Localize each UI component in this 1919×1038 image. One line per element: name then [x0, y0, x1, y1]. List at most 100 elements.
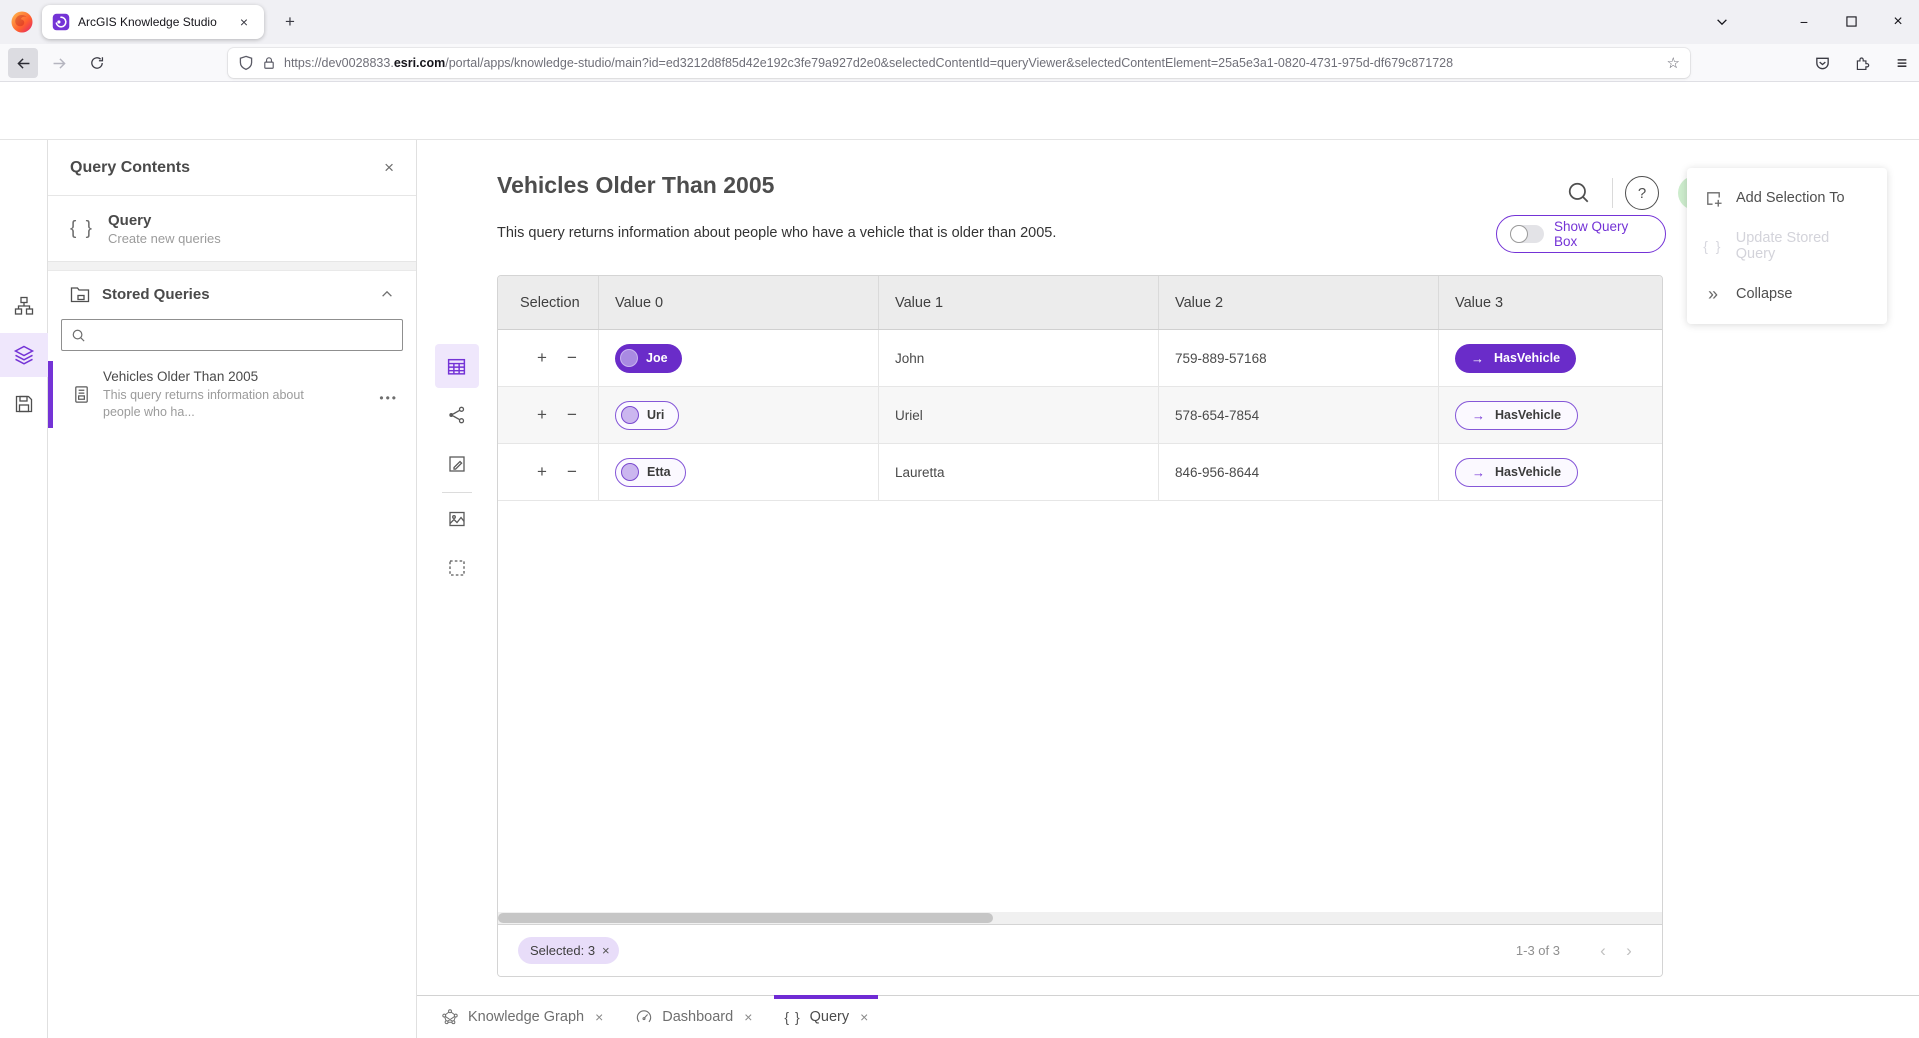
reload-button[interactable] — [82, 48, 112, 78]
edit-chart-icon[interactable] — [435, 442, 479, 486]
menu-item-add-selection-to[interactable]: Add Selection To — [1687, 174, 1887, 222]
lock-icon[interactable] — [262, 56, 276, 70]
cell-value: Lauretta — [879, 444, 1159, 500]
panel-close-icon[interactable]: × — [384, 158, 394, 178]
selected-indicator-bar — [48, 361, 53, 428]
bookmark-star-icon[interactable]: ☆ — [1667, 54, 1680, 72]
braces-icon: { } — [70, 218, 94, 240]
layers-icon[interactable] — [0, 333, 48, 377]
stored-query-description: This query returns information about peo… — [103, 387, 339, 420]
previous-page-icon[interactable]: ‹ — [1590, 941, 1616, 961]
tab-close-icon[interactable]: × — [234, 12, 254, 32]
stored-query-title: Vehicles Older Than 2005 — [103, 369, 339, 384]
image-chart-icon[interactable] — [435, 497, 479, 541]
menu-item-label: Collapse — [1736, 286, 1792, 302]
page-title: Vehicles Older Than 2005 — [497, 172, 774, 199]
tab-knowledge-graph[interactable]: Knowledge Graph × — [425, 996, 619, 1038]
horizontal-scrollbar[interactable] — [498, 912, 1662, 924]
entity-dot-icon — [620, 349, 638, 367]
selected-count-chip[interactable]: Selected: 3 × — [518, 937, 619, 964]
panel-header: Query Contents × — [48, 140, 416, 196]
window-close-button[interactable]: × — [1878, 0, 1918, 43]
table-row[interactable]: +− Etta Lauretta 846-956-8644 →HasVehicl… — [498, 444, 1662, 501]
help-icon[interactable]: ? — [1625, 176, 1659, 210]
tracking-shield-icon[interactable] — [238, 55, 254, 71]
header-divider — [1612, 178, 1613, 208]
tab-label: Knowledge Graph — [468, 1009, 584, 1025]
add-to-selection-icon[interactable]: + — [534, 348, 550, 368]
menu-item-label: Update Stored Query — [1736, 230, 1871, 262]
remove-from-selection-icon[interactable]: − — [564, 405, 580, 425]
table-header-row: Selection Value 0 Value 1 Value 2 Value … — [498, 276, 1662, 330]
entity-pill[interactable]: Etta — [615, 458, 686, 487]
app-header: Certification Project ? PL publisher2 la… — [0, 82, 1919, 140]
tab-query[interactable]: { } Query × — [768, 996, 884, 1038]
search-icon[interactable] — [1561, 175, 1597, 211]
cell-value: 578-654-7854 — [1159, 387, 1439, 443]
menu-hamburger-icon[interactable]: ≡ — [1886, 47, 1918, 79]
tab-dashboard[interactable]: Dashboard × — [619, 996, 768, 1038]
link-chart-icon[interactable] — [435, 393, 479, 437]
window-maximize-button[interactable] — [1831, 0, 1871, 43]
add-to-selection-icon[interactable]: + — [534, 405, 550, 425]
search-input[interactable] — [94, 328, 393, 343]
menu-item-collapse[interactable]: » Collapse — [1687, 270, 1887, 318]
selected-count-label: Selected: 3 — [530, 943, 595, 958]
scrollbar-thumb[interactable] — [498, 913, 993, 923]
item-options-ellipsis-icon[interactable]: ••• — [379, 391, 398, 405]
left-rail: » — [0, 140, 48, 1038]
collapse-section-chevron-up-icon[interactable] — [380, 287, 394, 301]
results-table-card: Selection Value 0 Value 1 Value 2 Value … — [497, 275, 1663, 977]
toggle-knob — [1510, 225, 1528, 243]
menu-item-update-stored-query[interactable]: { } Update Stored Query — [1687, 222, 1887, 270]
relationship-pill[interactable]: →HasVehicle — [1455, 401, 1578, 430]
back-button[interactable] — [8, 48, 38, 78]
entity-pill[interactable]: Joe — [615, 344, 682, 373]
extensions-puzzle-icon[interactable] — [1846, 47, 1878, 79]
entity-dot-icon — [621, 463, 639, 481]
page-description: This query returns information about peo… — [497, 225, 1056, 241]
list-all-tabs-icon[interactable] — [1708, 8, 1736, 36]
show-query-box-toggle[interactable]: Show Query Box — [1496, 215, 1666, 253]
tab-close-icon[interactable]: × — [595, 1009, 603, 1025]
stored-query-item[interactable]: Vehicles Older Than 2005 This query retu… — [48, 361, 416, 428]
pocket-icon[interactable] — [1806, 47, 1838, 79]
browser-tab[interactable]: ArcGIS Knowledge Studio × — [42, 5, 264, 39]
entity-pill[interactable]: Uri — [615, 401, 679, 430]
tab-close-icon[interactable]: × — [744, 1009, 752, 1025]
remove-from-selection-icon[interactable]: − — [564, 462, 580, 482]
cell-value: John — [879, 330, 1159, 386]
section-divider — [48, 262, 416, 271]
url-text[interactable]: https://dev0028833.esri.com/portal/apps/… — [284, 56, 1659, 70]
data-model-tree-icon[interactable] — [0, 284, 48, 328]
select-area-icon[interactable] — [435, 546, 479, 590]
table-view-icon[interactable] — [435, 344, 479, 388]
knowledge-graph-icon — [441, 1008, 459, 1026]
next-page-icon[interactable]: › — [1616, 941, 1642, 961]
forward-button[interactable] — [44, 48, 74, 78]
relationship-pill[interactable]: →HasVehicle — [1455, 344, 1576, 373]
toggle-switch[interactable] — [1510, 225, 1544, 243]
stored-queries-header[interactable]: Stored Queries — [48, 271, 416, 317]
relationship-pill[interactable]: →HasVehicle — [1455, 458, 1578, 487]
url-bar[interactable]: https://dev0028833.esri.com/portal/apps/… — [228, 48, 1690, 78]
table-empty-area — [498, 501, 1662, 912]
tab-label: Dashboard — [662, 1009, 733, 1025]
cell-value: 759-889-57168 — [1159, 330, 1439, 386]
add-selection-icon — [1703, 189, 1723, 208]
clear-selection-icon[interactable]: × — [602, 943, 610, 958]
tab-close-icon[interactable]: × — [860, 1009, 868, 1025]
add-to-selection-icon[interactable]: + — [534, 462, 550, 482]
table-footer: Selected: 3 × 1-3 of 3 ‹ › — [498, 924, 1662, 976]
table-row[interactable]: +− Joe John 759-889-57168 →HasVehicle — [498, 330, 1662, 387]
stored-queries-search[interactable] — [61, 319, 403, 351]
new-query-item[interactable]: { } Query Create new queries — [48, 196, 416, 262]
window-minimize-button[interactable]: − — [1784, 0, 1824, 43]
firefox-logo-icon[interactable] — [10, 10, 34, 34]
query-contents-panel: Query Contents × { } Query Create new qu… — [48, 140, 417, 1038]
save-icon[interactable] — [0, 382, 48, 426]
new-tab-button[interactable]: + — [276, 8, 304, 36]
panel-title: Query Contents — [70, 159, 384, 177]
remove-from-selection-icon[interactable]: − — [564, 348, 580, 368]
table-row[interactable]: +− Uri Uriel 578-654-7854 →HasVehicle — [498, 387, 1662, 444]
